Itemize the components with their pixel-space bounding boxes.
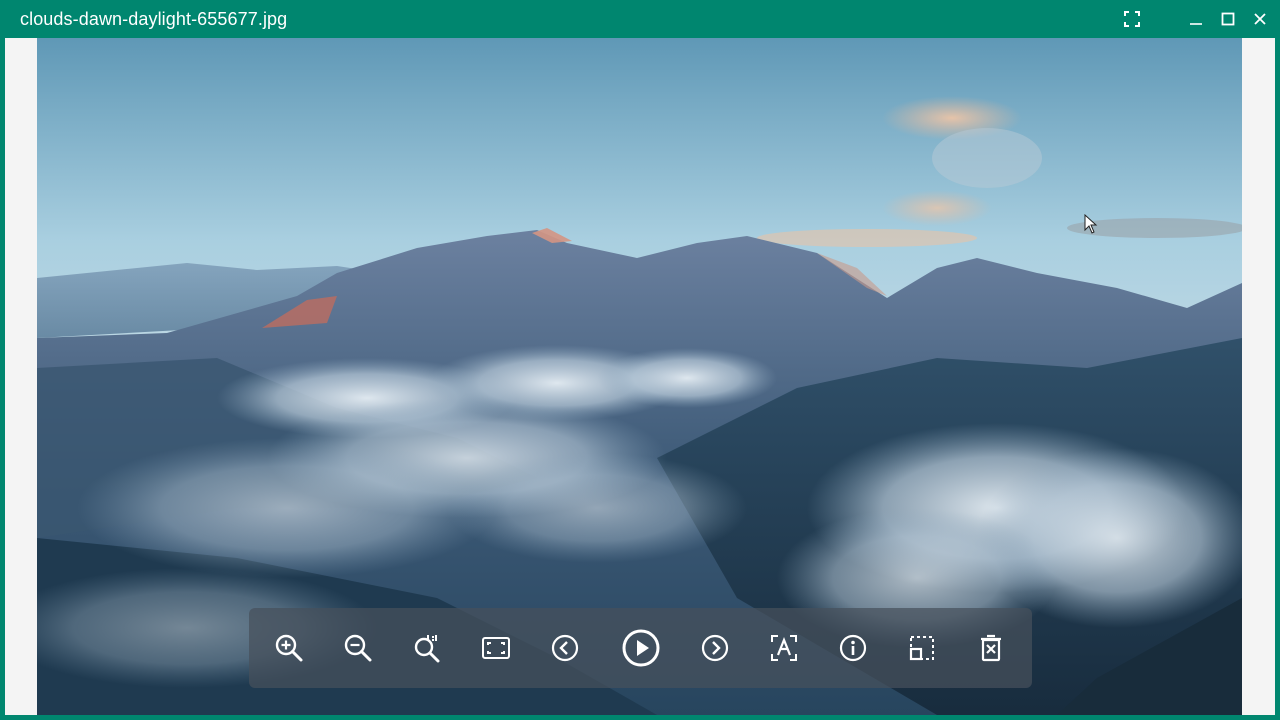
info-icon bbox=[839, 634, 867, 662]
actual-size-button[interactable] bbox=[409, 630, 445, 666]
zoom-out-icon bbox=[344, 634, 372, 662]
mouse-cursor-icon bbox=[1084, 214, 1098, 234]
info-button[interactable] bbox=[835, 630, 871, 666]
chevron-left-circle-icon bbox=[551, 634, 579, 662]
trash-icon bbox=[981, 634, 1001, 662]
fullscreen-button[interactable] bbox=[1118, 6, 1146, 32]
close-icon bbox=[1254, 13, 1266, 25]
text-recognition-icon bbox=[771, 635, 797, 661]
window-bottom-border bbox=[0, 715, 1280, 720]
crop-button[interactable] bbox=[904, 630, 940, 666]
image-viewer[interactable] bbox=[5, 38, 1275, 715]
zoom-out-button[interactable] bbox=[340, 630, 376, 666]
play-circle-icon bbox=[622, 629, 660, 667]
window-title: clouds-dawn-daylight-655677.jpg bbox=[20, 9, 288, 29]
title-bar: clouds-dawn-daylight-655677.jpg bbox=[0, 0, 1280, 38]
fit-window-icon bbox=[482, 637, 510, 659]
image-toolbar bbox=[249, 608, 1032, 688]
ocr-button[interactable] bbox=[766, 630, 802, 666]
fit-to-window-button[interactable] bbox=[478, 630, 514, 666]
delete-button[interactable] bbox=[973, 630, 1009, 666]
zoom-in-icon bbox=[275, 634, 303, 662]
minimize-icon bbox=[1190, 23, 1202, 25]
fullscreen-icon bbox=[1124, 11, 1140, 27]
zoom-1to1-icon bbox=[414, 635, 440, 663]
next-button[interactable] bbox=[697, 630, 733, 666]
minimize-button[interactable] bbox=[1182, 6, 1210, 32]
previous-button[interactable] bbox=[547, 630, 583, 666]
slideshow-button[interactable] bbox=[620, 627, 662, 669]
maximize-button[interactable] bbox=[1214, 6, 1242, 32]
maximize-icon bbox=[1221, 12, 1235, 26]
chevron-right-circle-icon bbox=[701, 634, 729, 662]
close-button[interactable] bbox=[1246, 6, 1274, 32]
zoom-in-button[interactable] bbox=[271, 630, 307, 666]
crop-icon bbox=[909, 636, 934, 661]
